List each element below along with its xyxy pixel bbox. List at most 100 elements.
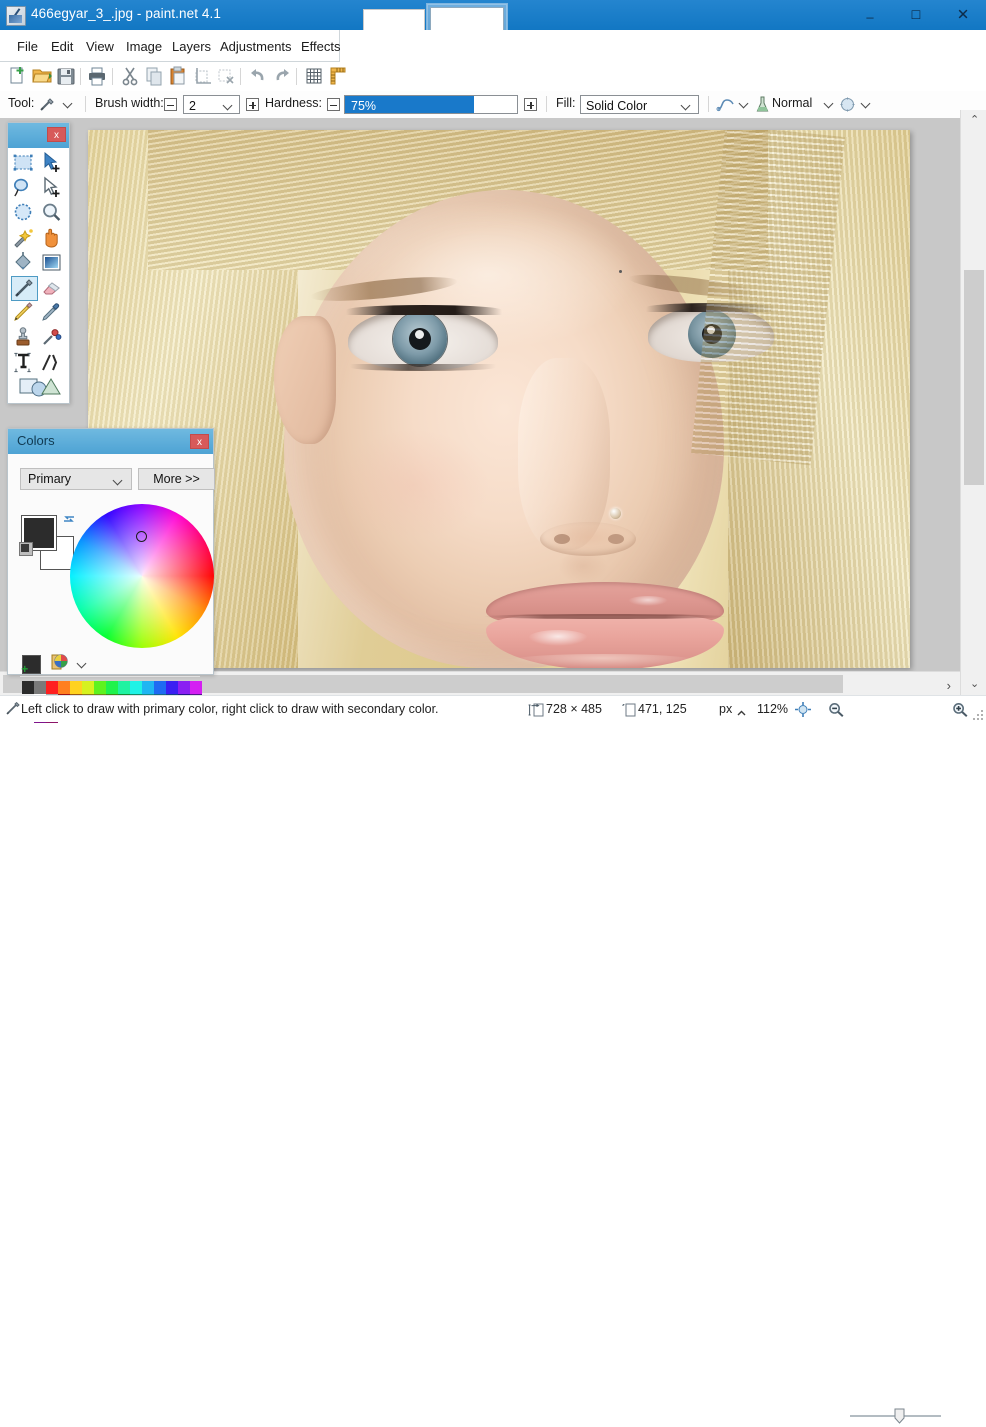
zoom-in-icon[interactable]	[952, 702, 968, 720]
new-icon[interactable]	[6, 65, 30, 88]
brush-width-chevron-down-icon[interactable]	[224, 101, 233, 110]
brush-width-increase-button[interactable]	[246, 98, 259, 111]
more-button[interactable]: More >>	[138, 468, 215, 490]
undo-icon[interactable]	[246, 65, 270, 88]
cut-icon[interactable]	[118, 65, 142, 88]
redo-icon[interactable]	[270, 65, 294, 88]
palette-swatch[interactable]	[130, 681, 142, 694]
minimize-button[interactable]: –	[847, 0, 893, 30]
paste-icon[interactable]	[166, 65, 190, 88]
palette-swatch[interactable]	[34, 681, 46, 694]
resize-grip[interactable]	[971, 708, 983, 720]
palette-swatch[interactable]	[58, 681, 70, 694]
recolor-tool[interactable]	[39, 326, 66, 351]
fill-select[interactable]: Solid Color	[580, 95, 699, 114]
scroll-down-icon[interactable]: ⌄	[970, 679, 979, 690]
palette-menu-chevron-down-icon[interactable]	[78, 659, 87, 668]
palette-row-1[interactable]	[22, 681, 213, 694]
scroll-up-icon[interactable]: ⌃	[970, 115, 979, 126]
reset-colors-icon[interactable]	[19, 542, 33, 556]
menu-view[interactable]: View	[79, 37, 121, 56]
paintbrush-tool[interactable]	[11, 276, 38, 301]
tool-grid	[8, 148, 69, 403]
hardness-decrease-button[interactable]	[327, 98, 340, 111]
menu-effects[interactable]: Effects	[294, 37, 348, 56]
antialiasing-icon[interactable]	[716, 97, 736, 115]
move-selected-tool[interactable]	[39, 151, 66, 176]
scroll-right-icon[interactable]: ›	[947, 679, 951, 692]
menu-edit[interactable]: Edit	[44, 37, 80, 56]
vertical-scroll-thumb[interactable]	[964, 270, 984, 485]
palette-swatch[interactable]	[70, 681, 82, 694]
menu-bar: File Edit View Image Layers Adjustments …	[0, 30, 986, 62]
gradient-tool[interactable]	[39, 251, 66, 276]
tools-palette-close-button[interactable]: x	[47, 127, 66, 142]
save-icon[interactable]	[54, 65, 78, 88]
units-chevron-up-icon[interactable]	[737, 706, 746, 715]
palette-swatch[interactable]	[82, 681, 94, 694]
ellipse-select-tool[interactable]	[11, 201, 38, 226]
close-icon: ✕	[957, 8, 970, 23]
text-tool[interactable]	[11, 351, 38, 376]
maximize-button[interactable]: ☐	[893, 0, 939, 30]
print-icon[interactable]	[85, 65, 109, 88]
palette-swatch[interactable]	[166, 681, 178, 694]
swap-colors-icon[interactable]	[62, 512, 76, 526]
color-wheel[interactable]	[70, 504, 214, 648]
vertical-scrollbar[interactable]: ⌃ ⌄	[960, 110, 986, 695]
open-icon[interactable]	[30, 65, 54, 88]
move-selection-tool[interactable]	[39, 176, 66, 201]
brush-width-decrease-button[interactable]	[164, 98, 177, 111]
close-button[interactable]: ✕	[940, 0, 986, 30]
menu-layers[interactable]: Layers	[165, 37, 218, 56]
palette-menu-icon[interactable]	[50, 652, 70, 674]
tool-chevron-down-icon[interactable]	[64, 99, 73, 108]
line-curve-tool[interactable]	[39, 351, 66, 376]
menu-image[interactable]: Image	[119, 37, 169, 56]
lasso-select-tool[interactable]	[11, 176, 38, 201]
palette-swatch[interactable]	[46, 681, 58, 694]
zoom-out-icon[interactable]	[828, 702, 844, 720]
add-swatch-icon[interactable]: +	[22, 655, 41, 674]
magic-wand-tool[interactable]	[11, 226, 38, 251]
palette-swatch[interactable]	[142, 681, 154, 694]
copy-icon[interactable]	[142, 65, 166, 88]
color-picker-tool[interactable]	[39, 301, 66, 326]
paint-bucket-tool[interactable]	[11, 251, 38, 276]
hardness-slider[interactable]: 75%	[344, 95, 518, 114]
fit-to-window-icon[interactable]	[795, 702, 811, 720]
color-wheel-selector[interactable]	[136, 531, 147, 542]
zoom-tool[interactable]	[39, 201, 66, 226]
grid-icon[interactable]	[302, 65, 326, 88]
brush-width-input[interactable]: 2	[183, 95, 240, 114]
antialiasing-chevron-down-icon[interactable]	[740, 99, 749, 108]
eraser-tool[interactable]	[39, 276, 66, 301]
menu-file[interactable]: File	[10, 37, 45, 56]
color-mode-select[interactable]: Primary	[20, 468, 132, 490]
palette-swatch[interactable]	[190, 681, 202, 694]
palette-swatch[interactable]	[94, 681, 106, 694]
rulers-icon[interactable]	[326, 65, 350, 88]
clone-stamp-tool[interactable]	[11, 326, 38, 351]
blend-mode-chevron-down-icon[interactable]	[825, 99, 834, 108]
shapes-tool[interactable]	[18, 376, 66, 401]
palette-swatch[interactable]	[22, 681, 34, 694]
pan-tool[interactable]	[39, 226, 66, 251]
hardness-increase-button[interactable]	[524, 98, 537, 111]
color-mode-chevron-down-icon[interactable]	[114, 476, 123, 485]
deselect-icon[interactable]	[214, 65, 238, 88]
palette-swatch[interactable]	[106, 681, 118, 694]
zoom-slider[interactable]	[848, 1408, 943, 1427]
palette-swatch[interactable]	[178, 681, 190, 694]
palette-swatch[interactable]	[118, 681, 130, 694]
fill-chevron-down-icon[interactable]	[682, 101, 691, 110]
pencil-tool[interactable]	[11, 301, 38, 326]
crop-icon[interactable]	[190, 65, 214, 88]
palette-swatch[interactable]	[154, 681, 166, 694]
colors-palette-close-button[interactable]: x	[190, 434, 209, 449]
rectangle-select-tool[interactable]	[11, 151, 38, 176]
menu-adjustments[interactable]: Adjustments	[213, 37, 299, 56]
alpha-blending-icon[interactable]	[838, 96, 857, 116]
alpha-blending-chevron-down-icon[interactable]	[862, 99, 871, 108]
status-bar: Left click to draw with primary color, r…	[0, 695, 986, 722]
